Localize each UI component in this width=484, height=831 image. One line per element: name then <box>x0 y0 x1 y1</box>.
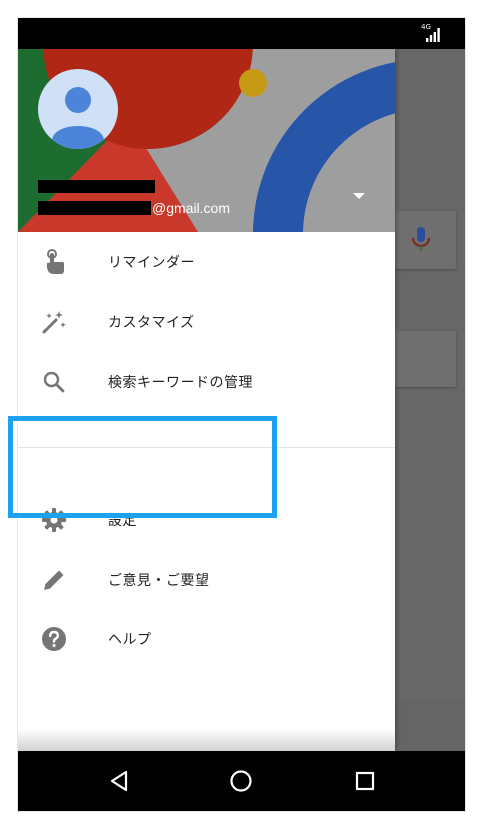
menu-item-help[interactable]: ヘルプ <box>18 609 395 669</box>
menu-item-label: ヘルプ <box>108 631 152 647</box>
phone-screen: 4G @gmail.com リマインダー カスタマイズ 検索キーワードの管理 設… <box>18 18 465 811</box>
magic-wand-icon <box>40 308 68 336</box>
menu-item-label: リマインダー <box>108 254 195 270</box>
menu-item-label: ご意見・ご要望 <box>108 572 210 588</box>
signal-icon <box>426 28 440 42</box>
email-domain: @gmail.com <box>152 200 231 216</box>
menu-item-label: カスタマイズ <box>108 314 195 330</box>
dropdown-arrow-icon[interactable] <box>349 189 369 203</box>
account-header[interactable]: @gmail.com <box>18 49 395 232</box>
navigation-drawer: @gmail.com リマインダー カスタマイズ 検索キーワードの管理 設定 ご… <box>18 49 395 751</box>
background-card <box>388 331 456 387</box>
background-card-bottom <box>388 701 465 751</box>
status-bar: 4G <box>18 18 465 49</box>
drawer-bottom-shadow <box>18 729 395 751</box>
recents-icon[interactable] <box>352 768 378 794</box>
menu-item-search-history[interactable]: 検索キーワードの管理 <box>18 352 395 412</box>
menu-item-feedback[interactable]: ご意見・ご要望 <box>18 550 395 610</box>
menu-item-customize[interactable]: カスタマイズ <box>18 292 395 352</box>
menu-item-reminder[interactable]: リマインダー <box>18 232 395 292</box>
account-name-redacted <box>38 180 155 193</box>
navigation-bar <box>18 751 465 811</box>
highlight-box <box>8 416 277 518</box>
back-icon[interactable] <box>106 768 132 794</box>
reminder-finger-icon <box>40 248 68 276</box>
microphone-icon[interactable] <box>410 225 432 255</box>
search-icon <box>40 368 68 396</box>
help-icon <box>40 625 68 653</box>
menu-item-label: 検索キーワードの管理 <box>108 374 253 390</box>
pencil-icon <box>40 566 68 594</box>
home-icon[interactable] <box>228 768 254 794</box>
account-avatar-icon[interactable] <box>38 69 118 149</box>
email-redacted <box>38 201 151 215</box>
